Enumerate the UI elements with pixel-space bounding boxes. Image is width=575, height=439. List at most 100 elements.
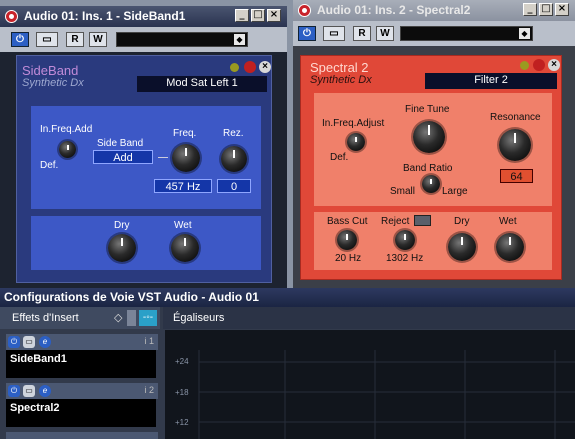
minus-button[interactable] (533, 59, 545, 71)
slot-power-button[interactable]: ⏻ (8, 336, 20, 348)
wet-label: Wet (499, 216, 517, 227)
window2-titlebar[interactable]: Audio 01: Ins. 2 - Spectral2 _ □ × (293, 0, 575, 21)
close-button[interactable]: × (555, 3, 569, 16)
resonance-knob[interactable] (499, 129, 531, 161)
reject-toggle[interactable] (414, 215, 431, 226)
res-label: Rez. (223, 128, 244, 139)
read-button[interactable]: R (353, 26, 371, 41)
slot-plugin-name[interactable]: Spectral2 (6, 399, 156, 427)
fine-tune-label: Fine Tune (405, 104, 450, 115)
channel-config-titlebar[interactable]: Configurations de Voie VST Audio - Audio… (0, 288, 575, 307)
plugin-subtitle: Synthetic Dx (310, 74, 372, 86)
plugin-subtitle: Synthetic Dx (22, 77, 84, 89)
insert-slot-2[interactable]: ⏻ ▭ e i 2 Spectral2 (6, 383, 158, 429)
window1-titlebar[interactable]: Audio 01: Ins. 1 - SideBand1 _ □ × (0, 6, 287, 27)
cubase-logo-icon[interactable] (5, 10, 18, 23)
minimize-button[interactable]: _ (523, 3, 537, 16)
preset-dropdown-icon[interactable]: ◆ (234, 34, 245, 45)
bass-cut-label: Bass Cut (327, 216, 368, 227)
close-button[interactable]: × (267, 9, 281, 22)
reject-knob[interactable] (395, 230, 415, 250)
bass-cut-knob[interactable] (337, 230, 357, 250)
fine-tune-knob[interactable] (413, 121, 445, 153)
plugin-name: Spectral 2 (310, 60, 369, 75)
preset-name[interactable]: Mod Sat Left 1 (137, 76, 267, 92)
preset-selector[interactable]: ◆ (400, 26, 533, 41)
resonance-value[interactable]: 64 (500, 169, 533, 183)
maximize-button[interactable]: □ (251, 9, 265, 22)
inserts-header: Effets d'Insert ◇ -◦- (0, 307, 160, 329)
eq-graph[interactable]: +24 +18 +12 (165, 330, 575, 439)
freq-knob[interactable] (172, 144, 200, 172)
side-band-label: Side Band (97, 138, 144, 149)
bypass-button[interactable]: ▭ (36, 32, 58, 47)
slot-bypass-button[interactable]: ▭ (23, 385, 35, 397)
dry-label: Dry (114, 220, 130, 231)
cubase-logo-icon[interactable] (298, 4, 311, 17)
inserts-menu-icon[interactable]: ◇ (114, 307, 122, 329)
minimize-button[interactable]: _ (235, 9, 249, 22)
slot-number: i 2 (144, 385, 154, 395)
freq-value[interactable]: 457 Hz (154, 179, 212, 193)
window2-toolbar: ⏻ ▭ R W ◆ (293, 21, 575, 46)
minus-button[interactable] (244, 61, 256, 73)
dry-knob[interactable] (108, 234, 136, 262)
wet-knob[interactable] (496, 233, 524, 261)
wet-knob[interactable] (171, 234, 199, 262)
slot-controls: ⏻ ▭ e i 1 (6, 334, 158, 350)
close-plugin-button[interactable]: × (259, 61, 271, 73)
in-freq-adjust-label: In.Freq.Adjust (322, 118, 385, 129)
slot-bypass-button[interactable]: ▭ (23, 336, 35, 348)
close-plugin-button[interactable]: × (548, 59, 560, 71)
def-label: Def. (40, 160, 59, 171)
insert-slot-1[interactable]: ⏻ ▭ e i 1 SideBand1 (6, 334, 158, 380)
read-button[interactable]: R (66, 32, 84, 47)
power-button[interactable]: ⏻ (11, 32, 29, 47)
eq-label: Égaliseurs (173, 312, 225, 324)
resonance-label: Resonance (490, 112, 541, 123)
led-icon (230, 63, 239, 72)
inserts-route-button[interactable]: -◦- (139, 310, 157, 326)
large-label: Large (442, 186, 468, 197)
window1-title: Audio 01: Ins. 1 - SideBand1 (24, 9, 186, 23)
dry-knob[interactable] (448, 233, 476, 261)
preset-dropdown-icon[interactable]: ◆ (519, 28, 530, 39)
reject-label: Reject (381, 216, 410, 227)
eq-grid (198, 350, 575, 439)
slot-edit-button[interactable]: e (39, 336, 51, 348)
divider-line (158, 157, 168, 158)
dry-label: Dry (454, 216, 470, 227)
preset-selector[interactable]: ◆ (116, 32, 248, 47)
preset-name[interactable]: Filter 2 (425, 73, 557, 89)
in-freq-adjust-knob[interactable] (347, 133, 365, 151)
power-button[interactable]: ⏻ (298, 26, 316, 41)
reject-value: 1302 Hz (386, 253, 424, 264)
sideband-mix-section (31, 216, 261, 270)
def-label: Def. (330, 152, 349, 163)
in-freq-add-knob[interactable] (59, 141, 76, 158)
in-freq-add-label: In.Freq.Add (40, 124, 93, 135)
window2-title: Audio 01: Ins. 2 - Spectral2 (317, 3, 471, 17)
slot-edit-button[interactable]: e (39, 385, 51, 397)
maximize-button[interactable]: □ (539, 3, 553, 16)
slot-controls (6, 432, 158, 439)
res-value[interactable]: 0 (217, 179, 251, 193)
slot-power-button[interactable]: ⏻ (8, 385, 20, 397)
side-band-selector[interactable]: Add (93, 150, 153, 164)
band-ratio-knob[interactable] (422, 175, 440, 193)
channel-config-title: Configurations de Voie VST Audio - Audio… (4, 290, 259, 304)
write-button[interactable]: W (89, 32, 107, 47)
slot-number: i 1 (144, 336, 154, 346)
bypass-button[interactable]: ▭ (323, 26, 345, 41)
eq-header: Égaliseurs (163, 307, 575, 329)
slot-controls: ⏻ ▭ e i 2 (6, 383, 158, 399)
write-button[interactable]: W (376, 26, 394, 41)
insert-slot-3[interactable] (6, 432, 158, 439)
slot-plugin-name[interactable]: SideBand1 (6, 350, 156, 378)
band-ratio-label: Band Ratio (403, 163, 453, 174)
inserts-bypass-button[interactable] (127, 310, 136, 326)
wet-label: Wet (174, 220, 192, 231)
res-knob[interactable] (221, 146, 247, 172)
inserts-label: Effets d'Insert (12, 312, 79, 324)
small-label: Small (390, 186, 416, 197)
